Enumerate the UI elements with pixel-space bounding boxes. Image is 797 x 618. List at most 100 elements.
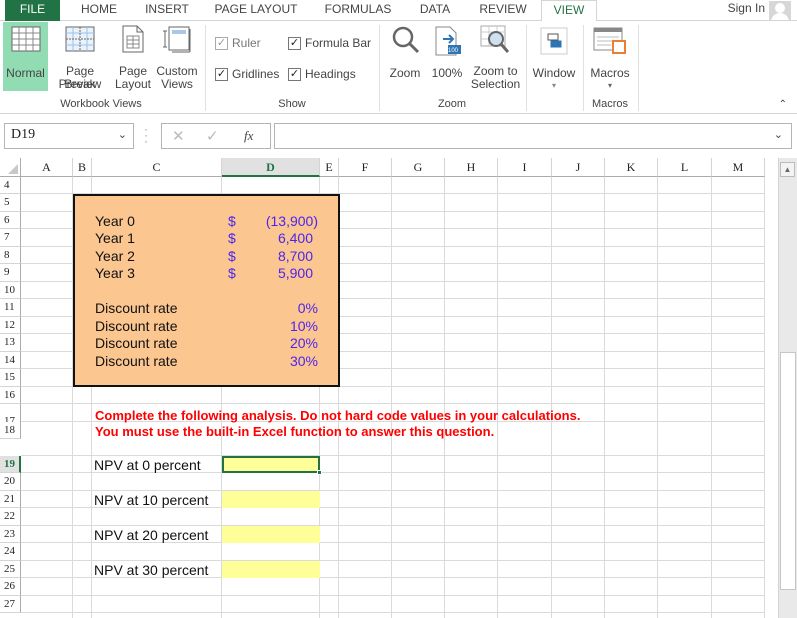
normal-view-button[interactable]: Normal xyxy=(3,22,48,91)
row-header-26[interactable]: 26 xyxy=(0,578,21,596)
npv-answer-cell[interactable] xyxy=(222,560,320,578)
cash-flow-currency[interactable]: $ xyxy=(228,213,236,229)
column-header-i[interactable]: I xyxy=(498,158,552,177)
zoom-button[interactable]: Zoom xyxy=(385,22,425,91)
row-header-10[interactable]: 10 xyxy=(0,281,21,299)
column-header-h[interactable]: H xyxy=(445,158,498,177)
tab-home[interactable]: HOME xyxy=(72,0,126,21)
expand-formula-bar-icon[interactable]: ⌄ xyxy=(774,128,783,141)
tab-data[interactable]: DATA xyxy=(412,0,458,21)
tab-formulas[interactable]: FORMULAS xyxy=(318,0,398,21)
cash-flow-currency[interactable]: $ xyxy=(228,230,236,246)
npv-label[interactable]: NPV at 10 percent xyxy=(94,492,208,508)
scroll-up-icon[interactable]: ▲ xyxy=(780,162,795,177)
row-header-18[interactable]: 18 xyxy=(0,421,21,439)
cash-flow-label[interactable]: Year 2 xyxy=(95,248,135,264)
vertical-scrollbar[interactable]: ▲ xyxy=(778,158,797,618)
column-header-b[interactable]: B xyxy=(73,158,92,177)
cash-flow-label[interactable]: Year 0 xyxy=(95,213,135,229)
row-header-23[interactable]: 23 xyxy=(0,525,21,543)
cash-flow-value[interactable]: 8,700 xyxy=(278,248,318,264)
cash-flow-value[interactable]: (13,900) xyxy=(266,213,318,229)
tab-page-layout[interactable]: PAGE LAYOUT xyxy=(210,0,302,21)
row-header-12[interactable]: 12 xyxy=(0,316,21,334)
row-header-7[interactable]: 7 xyxy=(0,229,21,247)
discount-rate-value[interactable]: 10% xyxy=(290,318,318,334)
discount-rate-value[interactable]: 0% xyxy=(298,300,318,316)
user-avatar-icon[interactable] xyxy=(769,1,791,20)
name-box[interactable]: D19 ⌄ xyxy=(4,123,134,149)
zoom-100-button[interactable]: 100 100% xyxy=(429,22,465,91)
collapse-ribbon-icon[interactable]: ⌃ xyxy=(779,99,787,110)
page-layout-view-button[interactable]: Page Layout xyxy=(113,22,153,91)
discount-rate-value[interactable]: 20% xyxy=(290,335,318,351)
insert-function-icon[interactable]: fx xyxy=(244,128,253,144)
discount-rate-label[interactable]: Discount rate xyxy=(95,300,177,316)
enter-icon[interactable]: ✓ xyxy=(206,127,219,145)
row-header-27[interactable]: 27 xyxy=(0,595,21,613)
cash-flow-currency[interactable]: $ xyxy=(228,265,236,281)
discount-rate-value[interactable]: 30% xyxy=(290,353,318,369)
chevron-down-icon[interactable]: ⌄ xyxy=(118,128,127,141)
tab-review[interactable]: REVIEW xyxy=(472,0,534,21)
select-all-button[interactable] xyxy=(0,158,21,177)
row-header-13[interactable]: 13 xyxy=(0,334,21,352)
npv-label[interactable]: NPV at 0 percent xyxy=(94,457,201,473)
sign-in-link[interactable]: Sign In xyxy=(728,1,765,15)
row-header-24[interactable]: 24 xyxy=(0,543,21,561)
row-header-4[interactable]: 4 xyxy=(0,177,21,194)
column-header-a[interactable]: A xyxy=(21,158,73,177)
row-header-9[interactable]: 9 xyxy=(0,264,21,282)
cash-flow-value[interactable]: 6,400 xyxy=(278,230,318,246)
column-header-f[interactable]: F xyxy=(339,158,392,177)
row-header-5[interactable]: 5 xyxy=(0,194,21,212)
npv-label[interactable]: NPV at 30 percent xyxy=(94,562,208,578)
column-header-g[interactable]: G xyxy=(392,158,445,177)
fill-handle[interactable] xyxy=(317,469,322,475)
row-header-15[interactable]: 15 xyxy=(0,369,21,387)
tab-file[interactable]: FILE xyxy=(5,0,60,21)
cancel-icon[interactable]: ✕ xyxy=(172,127,185,145)
scrollbar-thumb[interactable] xyxy=(780,352,796,590)
row-header-22[interactable]: 22 xyxy=(0,508,21,526)
cash-flow-value[interactable]: 5,900 xyxy=(278,265,318,281)
discount-rate-label[interactable]: Discount rate xyxy=(95,353,177,369)
ribbon-separator xyxy=(583,25,584,111)
formula-input[interactable]: ⌄ xyxy=(274,123,792,149)
npv-answer-cell[interactable] xyxy=(222,525,320,543)
npv-answer-cell[interactable] xyxy=(222,490,320,508)
macros-button[interactable]: Macros ▾ xyxy=(587,22,633,94)
column-header-j[interactable]: J xyxy=(552,158,605,177)
page-layout-icon xyxy=(122,25,144,53)
column-header-l[interactable]: L xyxy=(658,158,712,177)
row-header-19[interactable]: 19 xyxy=(0,455,21,473)
row-header-25[interactable]: 25 xyxy=(0,560,21,578)
row-header-21[interactable]: 21 xyxy=(0,490,21,508)
active-cell-d19[interactable] xyxy=(222,455,322,475)
column-header-k[interactable]: K xyxy=(605,158,658,177)
tab-insert[interactable]: INSERT xyxy=(138,0,196,21)
column-header-d[interactable]: D xyxy=(222,158,320,177)
row-header-14[interactable]: 14 xyxy=(0,351,21,369)
page-break-preview-button[interactable]: Page Break Preview xyxy=(49,22,111,91)
cash-flow-label[interactable]: Year 1 xyxy=(95,230,135,246)
column-header-m[interactable]: M xyxy=(712,158,765,177)
zoom-to-selection-button[interactable]: Zoom to Selection xyxy=(468,22,523,91)
row-header-20[interactable]: 20 xyxy=(0,473,21,491)
row-header-6[interactable]: 6 xyxy=(0,211,21,229)
discount-rate-label[interactable]: Discount rate xyxy=(95,335,177,351)
row-header-8[interactable]: 8 xyxy=(0,246,21,264)
cash-flow-currency[interactable]: $ xyxy=(228,248,236,264)
column-header-c[interactable]: C xyxy=(92,158,222,177)
window-button[interactable]: Window ▾ xyxy=(530,22,578,94)
row-header-16[interactable]: 16 xyxy=(0,386,21,404)
column-header-e[interactable]: E xyxy=(320,158,339,177)
worksheet-grid[interactable]: ABCDEFGHIJKLM 45678910111213141516171819… xyxy=(0,158,778,618)
row-header-11[interactable]: 11 xyxy=(0,299,21,317)
cash-flow-label[interactable]: Year 3 xyxy=(95,265,135,281)
npv-label[interactable]: NPV at 20 percent xyxy=(94,527,208,543)
custom-views-button[interactable]: Custom Views xyxy=(154,22,200,91)
formula-bar-resize-handle[interactable]: · · · xyxy=(144,123,148,147)
discount-rate-label[interactable]: Discount rate xyxy=(95,318,177,334)
tab-view[interactable]: VIEW xyxy=(541,0,597,22)
